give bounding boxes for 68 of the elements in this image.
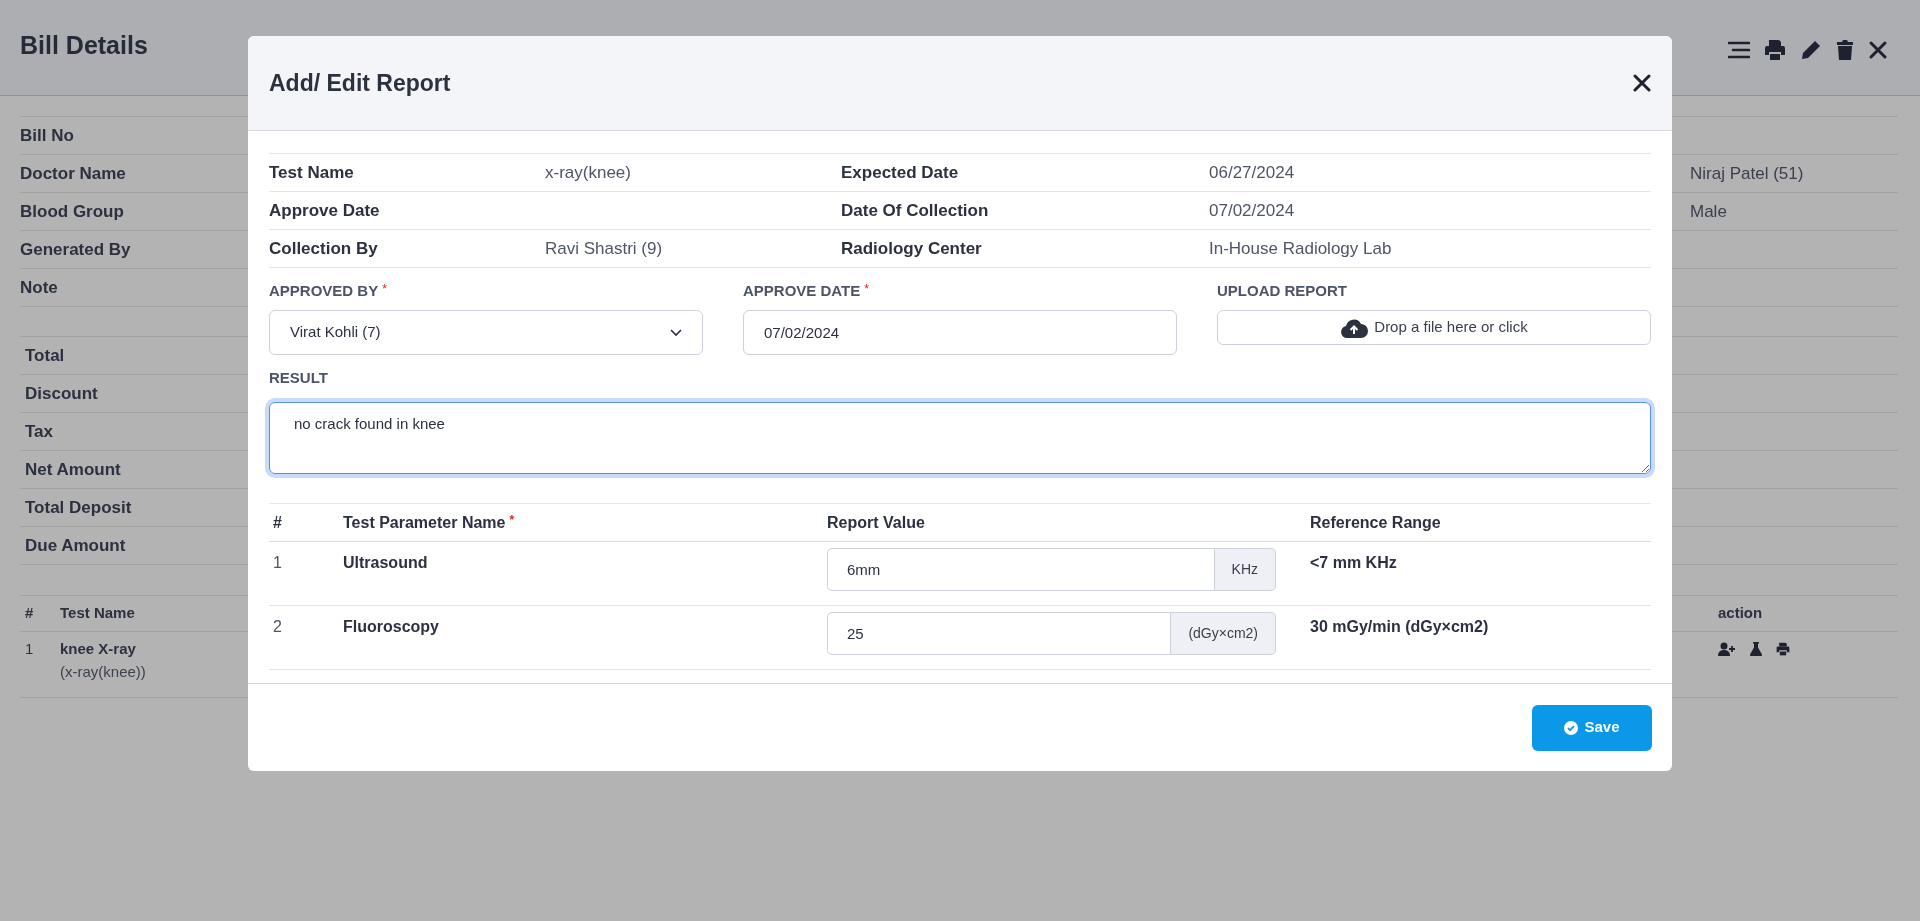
column-header: #: [25, 604, 34, 622]
field-label: Bill No: [20, 125, 74, 145]
field-label: UPLOAD REPORT: [1217, 281, 1347, 301]
field-label: Generated By: [20, 239, 131, 259]
info-value: 07/02/2024: [1209, 199, 1295, 222]
cloud-upload-icon: [1340, 317, 1369, 338]
field-label: APPROVE DATE: [743, 281, 861, 301]
field-label: Blood Group: [20, 201, 124, 221]
total-label: Discount: [25, 382, 98, 405]
info-value: In-House Radiology Lab: [1209, 237, 1392, 260]
info-label: Collection By: [269, 237, 379, 260]
table-cell: 1: [273, 554, 282, 571]
date-input[interactable]: 07/02/2024: [743, 310, 1177, 355]
pencil-icon[interactable]: [1800, 38, 1822, 61]
info-label: Approve Date: [269, 199, 381, 222]
user-plus-icon[interactable]: [1718, 642, 1736, 656]
table-cell: 2: [273, 618, 282, 635]
info-label: Date Of Collection: [841, 199, 990, 222]
test-code: (x-ray(knee)): [60, 661, 146, 682]
parameter-name: Ultrasound: [343, 554, 428, 571]
field-label: RESULT: [269, 368, 328, 388]
unit-label: KHz: [1214, 548, 1276, 591]
chevron-down-icon: [670, 328, 682, 337]
flask-icon[interactable]: [1750, 642, 1762, 656]
menu-icon[interactable]: [1728, 39, 1750, 60]
field-value: Niraj Patel (51): [1690, 162, 1804, 185]
field-value: Male: [1690, 200, 1727, 223]
reference-range: <7 mm KHz: [1310, 554, 1397, 571]
required-mark: *: [509, 511, 515, 529]
approved-by-select[interactable]: Virat Kohli (7): [269, 310, 703, 355]
info-value: 06/27/2024: [1209, 161, 1295, 184]
info-value: Ravi Shastri (9): [545, 238, 663, 258]
table-cell-text: 1: [24, 639, 35, 659]
total-label: Total Deposit: [25, 496, 132, 519]
info-label: Radiology Center: [841, 237, 983, 260]
printer-icon[interactable]: [1776, 642, 1790, 656]
report-value-input[interactable]: 25: [827, 612, 1172, 655]
upload-dropzone[interactable]: Drop a file here or click: [1217, 310, 1651, 345]
column-header: Test Name: [60, 604, 135, 622]
field-label: Note: [20, 277, 58, 297]
info-value: x-ray(knee): [545, 162, 631, 182]
column-header: Test Parameter Name: [343, 512, 506, 533]
column-header: action: [1718, 604, 1763, 622]
info-label: Expected Date: [841, 161, 960, 184]
column-header: Report Value: [827, 512, 925, 533]
total-label: Due Amount: [25, 534, 126, 557]
required-mark: *: [864, 281, 869, 298]
check-circle-icon: [1564, 720, 1579, 735]
close-icon[interactable]: [1868, 39, 1888, 60]
field-label: APPROVED BY: [269, 281, 379, 301]
trash-icon[interactable]: [1836, 38, 1854, 61]
close-icon[interactable]: [1633, 74, 1651, 92]
info-label: Test Name: [269, 161, 355, 184]
modal-title: Add/ Edit Report: [269, 68, 451, 98]
column-header: #: [273, 512, 282, 533]
printer-icon[interactable]: [1764, 38, 1786, 61]
reference-range: 30 mGy/min (dGy×cm2): [1310, 618, 1489, 635]
field-label: Doctor Name: [20, 163, 126, 183]
parameter-name: Fluoroscopy: [343, 618, 439, 635]
column-header: Reference Range: [1310, 512, 1441, 533]
required-mark: *: [382, 281, 387, 298]
total-label: Total: [25, 344, 65, 367]
page-title: Bill Details: [20, 29, 148, 61]
total-label: Net Amount: [25, 458, 121, 481]
unit-label: (dGy×cm2): [1171, 612, 1276, 655]
report-value-input[interactable]: 6mm: [827, 548, 1215, 591]
total-label: Tax: [25, 420, 54, 443]
test-name: knee X-ray: [60, 639, 136, 659]
